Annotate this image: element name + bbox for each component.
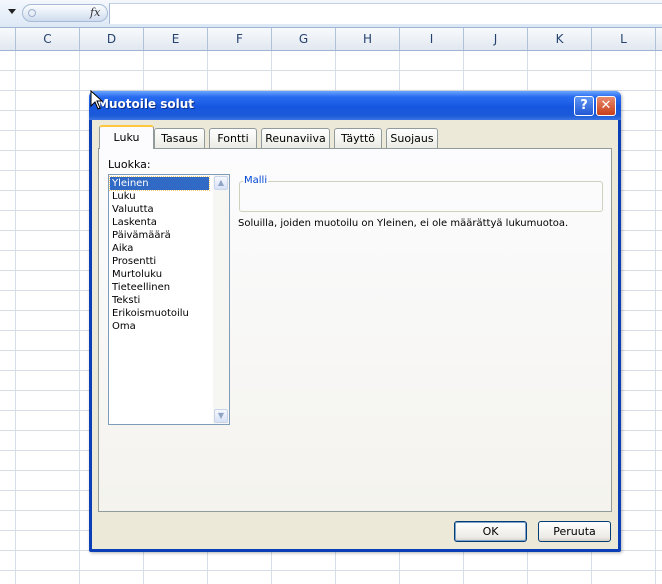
list-item-teksti[interactable]: Teksti bbox=[110, 294, 209, 307]
list-item-aika[interactable]: Aika bbox=[110, 242, 209, 255]
list-item-laskenta[interactable]: Laskenta bbox=[110, 216, 209, 229]
sample-groupbox: Malli bbox=[239, 175, 603, 212]
insert-function-icon[interactable]: fx bbox=[90, 6, 100, 19]
scroll-up-icon[interactable]: ▲ bbox=[214, 176, 228, 190]
list-item-murtoluku[interactable]: Murtoluku bbox=[110, 268, 209, 281]
column-header-row: C D E F G H I J K L bbox=[0, 28, 662, 51]
column-header-partial-right[interactable] bbox=[656, 28, 662, 50]
scroll-down-icon[interactable]: ▼ bbox=[214, 409, 228, 423]
list-item-luku[interactable]: Luku bbox=[110, 190, 209, 203]
column-header-l[interactable]: L bbox=[592, 28, 656, 50]
grid-line bbox=[15, 51, 16, 584]
column-header-c[interactable]: C bbox=[16, 28, 80, 50]
tab-luku[interactable]: Luku bbox=[99, 125, 154, 149]
tab-taytto[interactable]: Täyttö bbox=[334, 128, 382, 148]
name-box-dropdown-icon[interactable] bbox=[8, 9, 16, 14]
list-item-prosentti[interactable]: Prosentti bbox=[110, 255, 209, 268]
category-scrollbar[interactable]: ▲ ▼ bbox=[213, 175, 229, 424]
ok-button[interactable]: OK bbox=[454, 521, 527, 542]
mouse-pointer-icon bbox=[90, 90, 104, 110]
tab-tasaus[interactable]: Tasaus bbox=[154, 128, 205, 148]
list-item-oma[interactable]: Oma bbox=[110, 320, 209, 333]
category-listbox[interactable]: Yleinen Luku Valuutta Laskenta Päivämäär… bbox=[108, 174, 230, 425]
list-item-paivamaara[interactable]: Päivämäärä bbox=[110, 229, 209, 242]
column-header-d[interactable]: D bbox=[80, 28, 144, 50]
format-cells-dialog: Muotoile solut ? ✕ Luku Tasaus Fontti Re… bbox=[89, 91, 621, 552]
category-description: Soluilla, joiden muotoilu on Yleinen, ei… bbox=[238, 218, 569, 229]
column-header-partial[interactable] bbox=[0, 28, 16, 50]
help-icon[interactable]: ? bbox=[574, 96, 594, 116]
cancel-button[interactable]: Peruuta bbox=[538, 521, 611, 542]
column-header-f[interactable]: F bbox=[208, 28, 272, 50]
column-header-h[interactable]: H bbox=[336, 28, 400, 50]
dialog-title-bar[interactable]: Muotoile solut ? ✕ bbox=[89, 91, 621, 120]
tab-panel-luku: Luokka: Yleinen Luku Valuutta Laskenta P… bbox=[98, 148, 612, 512]
category-label: Luokka: bbox=[108, 158, 151, 171]
sample-label: Malli bbox=[243, 175, 269, 186]
tab-suojaus[interactable]: Suojaus bbox=[386, 128, 438, 148]
list-item-tieteellinen[interactable]: Tieteellinen bbox=[110, 281, 209, 294]
column-header-e[interactable]: E bbox=[144, 28, 208, 50]
formula-bar: fx bbox=[0, 0, 662, 28]
tab-reunaviiva[interactable]: Reunaviiva bbox=[261, 128, 330, 148]
grid-line bbox=[655, 51, 656, 584]
grid-line bbox=[79, 51, 80, 584]
dialog-title: Muotoile solut bbox=[97, 97, 195, 111]
list-item-yleinen[interactable]: Yleinen bbox=[109, 176, 210, 191]
dialog-body: Luku Tasaus Fontti Reunaviiva Täyttö Suo… bbox=[92, 120, 618, 549]
column-header-i[interactable]: I bbox=[400, 28, 464, 50]
close-icon[interactable]: ✕ bbox=[596, 96, 616, 116]
column-header-j[interactable]: J bbox=[464, 28, 528, 50]
list-item-valuutta[interactable]: Valuutta bbox=[110, 203, 209, 216]
formula-input[interactable] bbox=[109, 3, 662, 24]
slider-handle-icon[interactable] bbox=[28, 9, 36, 17]
tab-fontti[interactable]: Fontti bbox=[209, 128, 257, 148]
list-item-erikoismuotoilu[interactable]: Erikoismuotoilu bbox=[110, 307, 209, 320]
column-header-g[interactable]: G bbox=[272, 28, 336, 50]
column-header-k[interactable]: K bbox=[528, 28, 592, 50]
